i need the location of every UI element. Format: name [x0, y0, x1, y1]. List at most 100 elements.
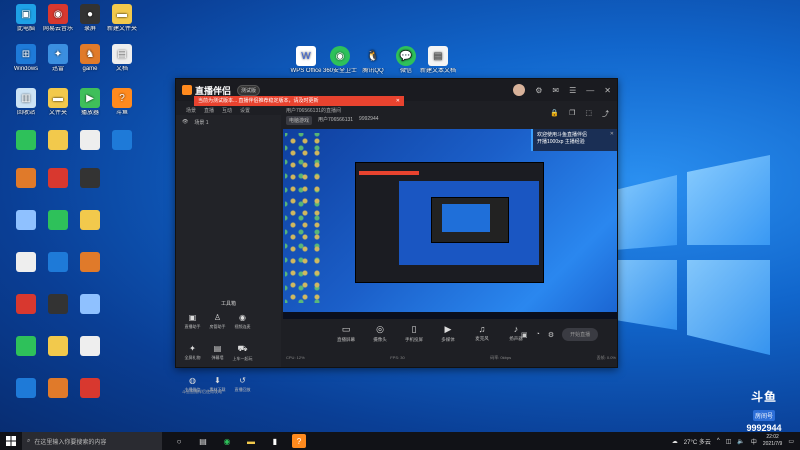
category-badge[interactable]: 电脑游戏: [286, 116, 313, 125]
live-companion-window[interactable]: 直播伴侣 测试版 ⚙ ✉ ☰ — ✕ 当前为测试版本... 直播伴侣推荐稳定版本…: [175, 78, 618, 394]
desktop-icon[interactable]: [8, 294, 44, 316]
desktop-icon[interactable]: ● 录屏: [72, 4, 108, 33]
desktop-icon[interactable]: [8, 130, 44, 152]
search-icon: ⌕: [27, 437, 31, 444]
desktop-icon[interactable]: [72, 378, 108, 400]
tool-item[interactable]: ⛟ 上车一起玩: [230, 344, 255, 362]
stream-preview[interactable]: ✕ 欢迎使用斗鱼直播伴侣 开播1000xp 主播经验: [283, 129, 617, 319]
source-control[interactable]: ◎ 摄像头: [370, 324, 390, 343]
desktop-icon[interactable]: ✦ 迅雷: [40, 44, 76, 73]
tool-item[interactable]: ◉ 视频连麦: [230, 313, 255, 330]
guide-link[interactable]: 斗鱼直播伴侣使用攻略: [182, 389, 222, 395]
volume-icon[interactable]: 🔈: [737, 438, 744, 445]
settings-icon[interactable]: ⚙: [535, 86, 542, 95]
tool-item[interactable]: ♙ 房管助手: [205, 313, 230, 330]
desktop-icon-360[interactable]: ◉ 360安全卫士: [322, 46, 358, 75]
desktop-icon[interactable]: [40, 252, 76, 274]
share-icon[interactable]: ⤴: [602, 109, 609, 119]
desktop-icon[interactable]: [104, 130, 140, 152]
desktop-icon[interactable]: [40, 378, 76, 400]
multitask-icon[interactable]: ▤: [196, 434, 210, 448]
right-controls: ▣ ◔ ⚙ 开始直播: [521, 328, 599, 341]
source-control[interactable]: ▭ 直播屏幕: [336, 324, 356, 343]
desktop-icon-label: 录屏: [83, 26, 96, 32]
gift-icon: ✦: [189, 344, 196, 353]
desktop-icon-wechat[interactable]: 💬 微信: [388, 46, 424, 75]
desktop-icon[interactable]: ▥ 回收站: [8, 88, 44, 117]
menu-icon[interactable]: ☰: [569, 86, 576, 95]
tool-item[interactable]: ✦ 全屏礼物: [180, 344, 205, 362]
desktop-icon[interactable]: ▬ 文件夹: [40, 88, 76, 117]
tab[interactable]: 互动: [222, 107, 232, 114]
desktop-icon[interactable]: ◉ 网易云音乐: [40, 4, 76, 33]
desktop-icon-doc[interactable]: ▤ 新建文本文档: [420, 46, 456, 75]
folder-icon[interactable]: ▬: [244, 434, 258, 448]
source-control[interactable]: ▶ 多媒体: [438, 324, 458, 343]
source-control[interactable]: ▯ 手机投屏: [404, 324, 424, 343]
desktop-icon[interactable]: ⊞ Windows: [8, 44, 44, 73]
desktop-icon[interactable]: [72, 252, 108, 274]
gear-icon[interactable]: ⚙: [548, 331, 554, 339]
desktop-icon[interactable]: ♞ game: [72, 44, 108, 73]
desktop-icon[interactable]: [72, 210, 108, 232]
start-button[interactable]: [0, 432, 22, 450]
close-icon[interactable]: ✕: [604, 86, 611, 95]
desktop-icon[interactable]: [40, 336, 76, 358]
desktop-icon[interactable]: ▬ 新建文件夹: [104, 4, 140, 33]
desktop-icon[interactable]: [40, 130, 76, 152]
desktop-icon[interactable]: [72, 130, 108, 152]
desktop-icon[interactable]: ▤ 文档: [104, 44, 140, 73]
taskbar-search[interactable]: ⌕ 在这里输入你要搜索的内容: [22, 432, 162, 450]
network-icon[interactable]: ◫: [726, 438, 732, 445]
start-live-button[interactable]: 开始直播: [562, 328, 599, 341]
douyu-icon[interactable]: ?: [292, 434, 306, 448]
desktop-icon[interactable]: [8, 336, 44, 358]
desktop-icon[interactable]: [72, 294, 108, 316]
source-control[interactable]: ♫ 麦克风: [472, 324, 492, 343]
chrome-icon[interactable]: ◉: [220, 434, 234, 448]
welcome-popup[interactable]: ✕ 欢迎使用斗鱼直播伴侣 开播1000xp 主播经验: [531, 129, 617, 151]
weather-text[interactable]: 27°C 多云: [684, 437, 711, 446]
avatar[interactable]: [513, 84, 526, 96]
app-icon: [16, 168, 36, 188]
clock[interactable]: 22:02 2021/7/9: [763, 434, 782, 448]
desktop-icon[interactable]: [8, 210, 44, 232]
desktop-icon-wps[interactable]: W WPS Office: [288, 46, 324, 75]
desktop-icon-qq[interactable]: 🐧 腾讯QQ: [355, 46, 391, 75]
tool-item[interactable]: ▤ 弹幕墙: [205, 344, 230, 362]
tab[interactable]: 直播: [204, 107, 214, 114]
minimize-icon[interactable]: —: [586, 86, 594, 95]
tab[interactable]: 设置: [240, 107, 250, 114]
copy-icon[interactable]: ❐: [569, 109, 575, 119]
desktop-icon[interactable]: [40, 168, 76, 190]
desktop-icon[interactable]: [8, 252, 44, 274]
desktop-icon[interactable]: ▣ 此电脑: [8, 4, 44, 33]
tab[interactable]: 场景: [186, 107, 196, 114]
message-icon[interactable]: ✉: [552, 86, 559, 95]
video-icon[interactable]: ▣: [521, 331, 528, 339]
notification-icon[interactable]: ▭: [788, 438, 794, 445]
task-view-icon[interactable]: ○: [172, 434, 186, 448]
chevron-up-icon[interactable]: ^: [717, 438, 720, 444]
clock-icon[interactable]: ◔: [536, 331, 540, 338]
desktop-icon[interactable]: [72, 168, 108, 190]
tool-item[interactable]: ↺ 直播回放: [230, 376, 255, 393]
desktop-icon[interactable]: [40, 294, 76, 316]
desktop-icon[interactable]: [8, 378, 44, 400]
desktop-icon[interactable]: ▶ 播放器: [72, 88, 108, 117]
desktop-icon[interactable]: [40, 210, 76, 232]
app-icon[interactable]: ▮: [268, 434, 282, 448]
record-icon[interactable]: ⬚: [585, 109, 592, 119]
notice-close-icon[interactable]: ✕: [396, 96, 400, 106]
lock-icon[interactable]: 🔒: [550, 109, 559, 119]
desktop-icon[interactable]: [72, 336, 108, 358]
tool-item[interactable]: ▣ 直播助手: [180, 313, 205, 330]
desktop-icon[interactable]: [8, 168, 44, 190]
popup-close-icon[interactable]: ✕: [610, 131, 614, 138]
desktop-icon[interactable]: ? 斗鱼: [104, 88, 140, 117]
scene-label[interactable]: 场景 1: [194, 119, 208, 126]
eye-icon[interactable]: 👁: [182, 119, 188, 126]
ime-icon[interactable]: 中: [751, 437, 757, 446]
weather-icon[interactable]: ☁: [672, 438, 678, 445]
update-notice[interactable]: 当前为测试版本... 直播伴侣推荐稳定版本，请及时更新 ✕: [194, 96, 404, 106]
